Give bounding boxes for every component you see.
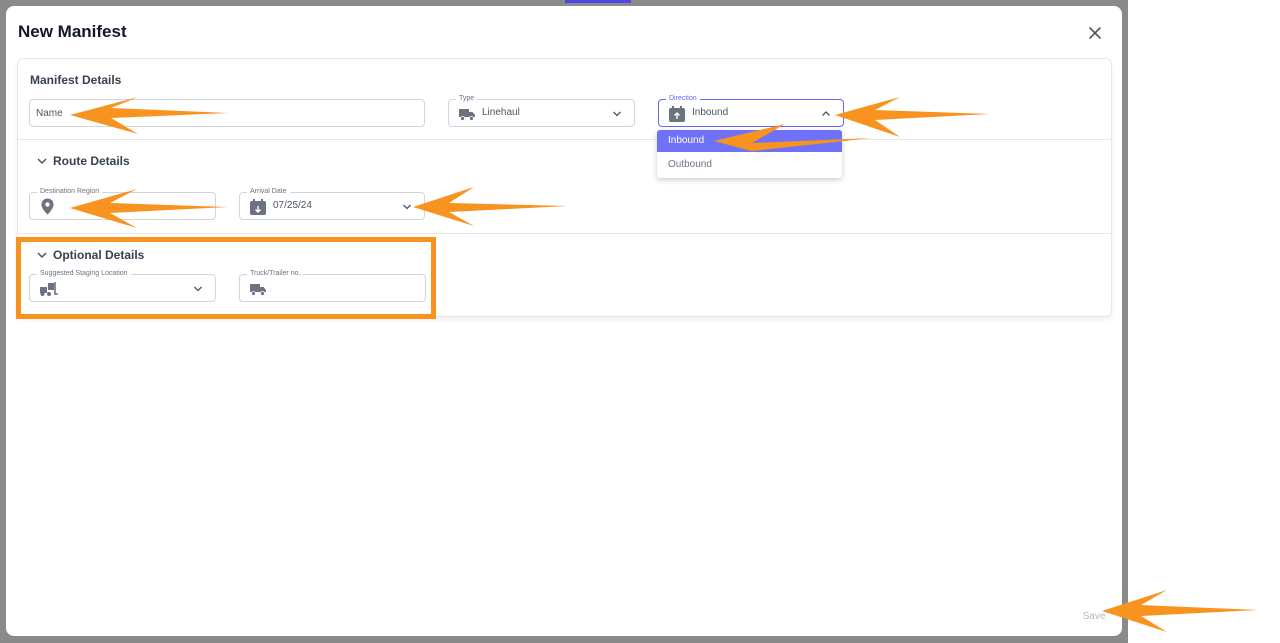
modal-title: New Manifest xyxy=(18,22,127,41)
type-label: Type xyxy=(456,93,478,105)
arrival-date-field[interactable]: Arrival Date 07/25/24 xyxy=(239,186,425,220)
manifest-form-card: Manifest Details Type Linehaul Direction xyxy=(17,58,1112,317)
direction-option-inbound[interactable]: Inbound xyxy=(657,130,842,152)
direction-select[interactable]: Direction Inbound xyxy=(658,93,844,127)
calendar-upload-icon xyxy=(669,106,685,122)
truck-icon xyxy=(250,284,266,296)
section-divider xyxy=(18,233,1111,234)
destination-region-label: Destination Region xyxy=(37,186,103,198)
forklift-icon xyxy=(40,282,58,296)
truck-trailer-field[interactable]: Truck/Trailer no. xyxy=(239,268,426,302)
staging-location-label: Suggested Staging Location xyxy=(37,268,131,280)
type-value: Linehaul xyxy=(482,107,520,118)
name-field[interactable] xyxy=(29,99,425,127)
name-input[interactable] xyxy=(30,100,424,126)
new-manifest-modal: New Manifest Manifest Details Type Lineh… xyxy=(6,6,1122,636)
calendar-download-icon xyxy=(250,199,266,215)
section-divider xyxy=(18,139,1111,140)
chevron-up-icon xyxy=(822,111,830,116)
direction-value: Inbound xyxy=(692,107,729,118)
background-active-tab xyxy=(565,0,631,3)
optional-details-title[interactable]: Optional Details xyxy=(53,248,144,262)
arrival-date-value: 07/25/24 xyxy=(273,200,312,211)
staging-location-select[interactable]: Suggested Staging Location xyxy=(29,268,216,302)
truck-icon xyxy=(459,109,475,121)
truck-trailer-label: Truck/Trailer no. xyxy=(247,268,304,280)
chevron-down-icon xyxy=(613,111,621,117)
route-details-title[interactable]: Route Details xyxy=(53,154,130,168)
direction-label: Direction xyxy=(666,93,700,105)
location-pin-icon xyxy=(41,198,54,215)
direction-option-outbound[interactable]: Outbound xyxy=(657,154,842,176)
route-details-chevron-icon[interactable] xyxy=(36,155,48,167)
save-button[interactable]: Save xyxy=(1072,606,1116,626)
chevron-down-icon xyxy=(403,204,411,210)
destination-region-field[interactable]: Destination Region xyxy=(29,186,216,220)
manifest-details-title: Manifest Details xyxy=(30,73,122,87)
type-select[interactable]: Type Linehaul xyxy=(448,93,635,127)
close-icon[interactable] xyxy=(1086,24,1104,42)
optional-details-chevron-icon[interactable] xyxy=(36,249,48,261)
chevron-down-icon xyxy=(194,286,202,292)
direction-dropdown-menu: Inbound Outbound xyxy=(657,130,842,178)
arrival-date-label: Arrival Date xyxy=(247,186,290,198)
right-margin xyxy=(1128,0,1280,643)
